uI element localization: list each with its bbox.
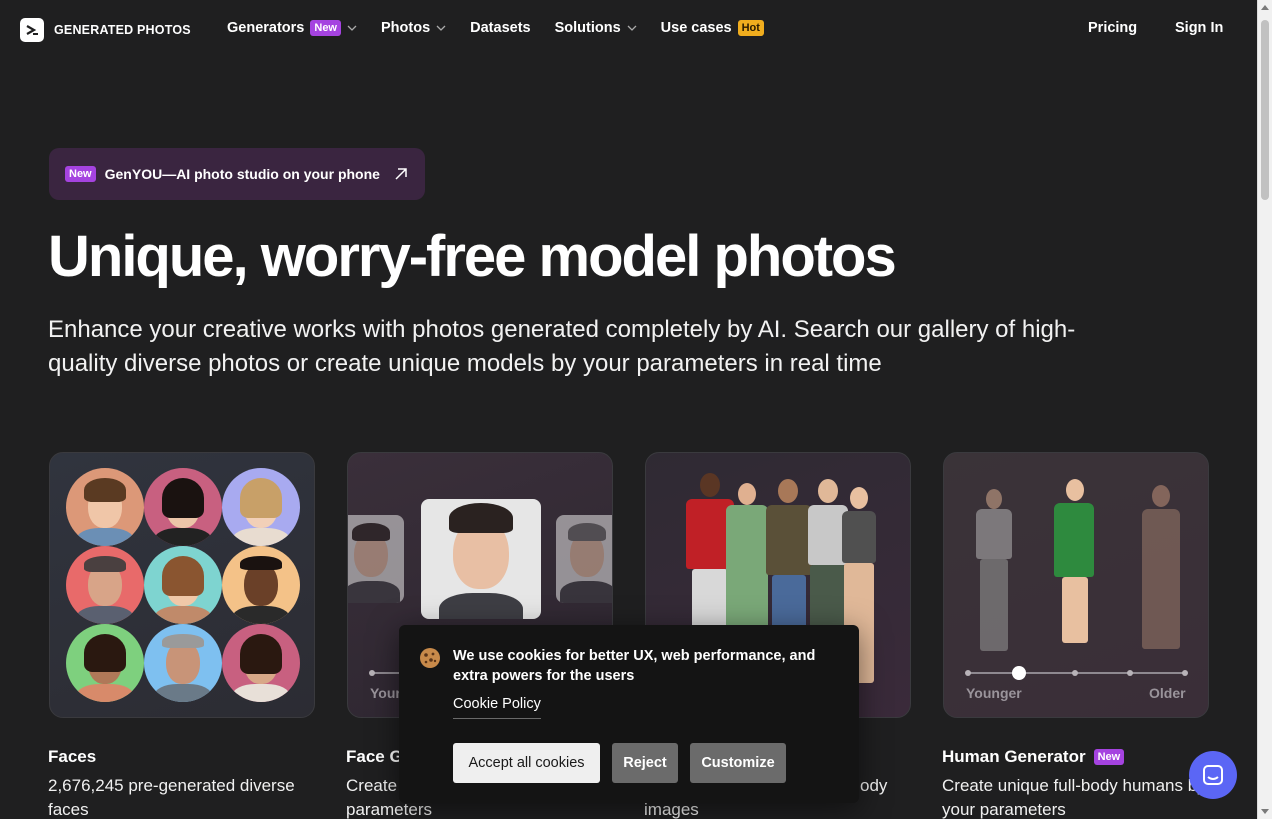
chevron-down-icon bbox=[436, 25, 446, 31]
nav-solutions[interactable]: Solutions bbox=[555, 20, 637, 36]
accept-cookies-button[interactable]: Accept all cookies bbox=[453, 743, 600, 783]
nav-generators-label: Generators bbox=[227, 20, 305, 36]
face-thumbnail bbox=[222, 546, 300, 624]
page-scrollbar[interactable] bbox=[1257, 0, 1272, 819]
main-nav: Generators New Photos Datasets Solutions… bbox=[227, 20, 788, 36]
chat-icon bbox=[1203, 765, 1223, 785]
pricing-link[interactable]: Pricing bbox=[1088, 20, 1137, 36]
chat-launcher-button[interactable] bbox=[1189, 751, 1237, 799]
new-badge: New bbox=[310, 20, 341, 36]
arrow-up-right-icon bbox=[395, 168, 407, 180]
human-generator-card-title[interactable]: Human Generator New bbox=[942, 747, 1125, 767]
site-header: GENERATED PHOTOS Generators New Photos D… bbox=[0, 0, 1257, 60]
slider-dot bbox=[1127, 670, 1133, 676]
logo-icon bbox=[20, 18, 44, 42]
face-thumbnail bbox=[66, 546, 144, 624]
hero-title: Unique, worry-free model photos bbox=[48, 224, 897, 289]
slider-label-left: Your bbox=[370, 685, 401, 701]
hero-subtitle: Enhance your creative works with photos … bbox=[48, 316, 1076, 377]
nav-photos-label: Photos bbox=[381, 20, 431, 36]
face-thumbnail bbox=[66, 624, 144, 702]
cookie-message: We use cookies for better UX, web perfor… bbox=[453, 648, 816, 684]
cookie-policy-link[interactable]: Cookie Policy bbox=[453, 696, 541, 719]
cookie-consent-dialog: We use cookies for better UX, web perfor… bbox=[399, 625, 859, 803]
face-thumbnail bbox=[144, 624, 222, 702]
genyou-promo-banner[interactable]: New GenYOU—AI photo studio on your phone bbox=[49, 148, 425, 200]
portrait-image bbox=[421, 499, 541, 619]
customize-cookies-button[interactable]: Customize bbox=[690, 743, 786, 783]
faces-card[interactable] bbox=[49, 452, 315, 718]
cookie-icon bbox=[420, 648, 440, 668]
nav-photos[interactable]: Photos bbox=[381, 20, 446, 36]
logo-text: GENERATED PHOTOS bbox=[54, 23, 191, 37]
slider-label-older: Older bbox=[1149, 685, 1186, 701]
new-badge: New bbox=[1093, 749, 1125, 765]
age-slider-knob[interactable] bbox=[1012, 666, 1026, 680]
card-title-text: Faces bbox=[48, 747, 97, 766]
face-thumbnail bbox=[66, 468, 144, 546]
scroll-up-icon[interactable] bbox=[1261, 5, 1269, 10]
face-thumbnail bbox=[144, 468, 222, 546]
face-generator-card-title[interactable]: Face G bbox=[346, 747, 403, 767]
nav-datasets-label: Datasets bbox=[470, 20, 531, 36]
portrait-image bbox=[556, 515, 612, 603]
sign-in-link[interactable]: Sign In bbox=[1175, 20, 1223, 36]
faces-card-desc: 2,676,245 pre-generated diverse faces bbox=[48, 776, 295, 819]
human-generator-card-desc: Create unique full-body humans by your p… bbox=[942, 776, 1206, 819]
portrait-image bbox=[348, 515, 404, 603]
chevron-down-icon bbox=[627, 25, 637, 31]
nav-use-cases[interactable]: Use cases Hot bbox=[661, 20, 764, 36]
card-title-text: Human Generator bbox=[942, 747, 1086, 766]
nav-use-cases-label: Use cases bbox=[660, 20, 732, 36]
logo[interactable]: GENERATED PHOTOS bbox=[20, 18, 191, 42]
scrollbar-thumb[interactable] bbox=[1261, 20, 1269, 200]
face-thumbnail bbox=[222, 468, 300, 546]
nav-generators[interactable]: Generators New bbox=[227, 20, 357, 36]
chevron-down-icon bbox=[347, 25, 357, 31]
slider-label-younger: Younger bbox=[966, 685, 1022, 701]
slider-dot bbox=[1072, 670, 1078, 676]
slider-dot bbox=[369, 670, 375, 676]
hot-badge: Hot bbox=[737, 20, 764, 36]
promo-text: GenYOU—AI photo studio on your phone bbox=[104, 166, 380, 182]
slider-dot bbox=[1182, 670, 1188, 676]
face-thumbnail bbox=[144, 546, 222, 624]
new-badge: New bbox=[65, 166, 96, 182]
reject-cookies-button[interactable]: Reject bbox=[612, 743, 678, 783]
face-thumbnail bbox=[222, 624, 300, 702]
scroll-down-icon[interactable] bbox=[1261, 809, 1269, 814]
slider-dot bbox=[965, 670, 971, 676]
faces-card-title[interactable]: Faces bbox=[48, 747, 96, 767]
card-title-text: Face G bbox=[346, 747, 403, 766]
nav-datasets[interactable]: Datasets bbox=[470, 20, 530, 36]
human-generator-card[interactable]: Younger Older bbox=[943, 452, 1209, 718]
nav-solutions-label: Solutions bbox=[554, 20, 621, 36]
